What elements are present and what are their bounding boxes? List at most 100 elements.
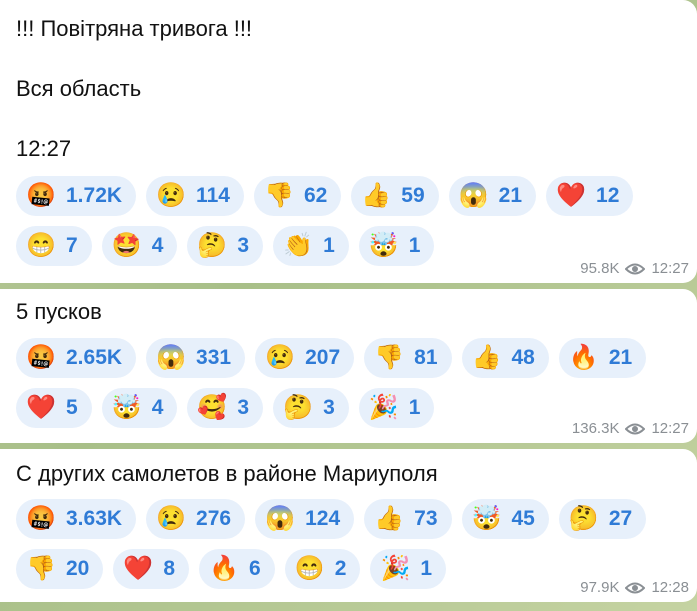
reaction-pill[interactable]: 👏 1 <box>273 226 349 266</box>
reaction-pill[interactable]: 👎 62 <box>253 176 342 216</box>
reaction-count: 62 <box>303 184 328 207</box>
red-heart-icon: ❤️ <box>556 182 586 209</box>
reaction-count: 276 <box>196 507 232 530</box>
message-text: !!! Повітряна тривога !!! Вся область 12… <box>16 16 253 161</box>
reaction-count: 207 <box>305 346 341 369</box>
reaction-count: 21 <box>498 184 523 207</box>
party-popper-icon: 🎉 <box>380 555 411 582</box>
thumbs-down-icon: 👎 <box>374 344 405 371</box>
message-time: 12:27 <box>651 260 689 277</box>
reaction-count: 3.63K <box>66 507 123 530</box>
reaction-count: 12 <box>596 184 620 207</box>
message-bubble[interactable]: С других самолетов в районе Мариуполя 🤬 3… <box>0 449 697 602</box>
reaction-count: 27 <box>608 507 633 530</box>
reaction-count: 3 <box>323 396 335 419</box>
reaction-pill[interactable]: 🤔 3 <box>273 388 349 428</box>
screaming-face-icon: 😱 <box>156 344 186 371</box>
reaction-count: 3 <box>237 396 250 419</box>
clapping-hands-icon: 👏 <box>283 232 313 259</box>
smiling-face-hearts-icon: 🥰 <box>197 394 228 421</box>
reaction-row: 🤬 3.63K 😢 276 😱 124 👍 73 🤯 45 🤔 27 <box>16 499 697 539</box>
message-bubble[interactable]: !!! Повітряна тривога !!! Вся область 12… <box>0 0 697 283</box>
reaction-pill[interactable]: 🤬 1.72K <box>16 176 137 216</box>
reaction-pill[interactable]: 🥰 3 <box>187 388 264 428</box>
reaction-pill[interactable]: 🤯 45 <box>461 499 549 539</box>
reaction-pill[interactable]: 😢 276 <box>146 499 246 539</box>
reaction-count: 1 <box>323 234 335 257</box>
thumbs-up-icon: 👍 <box>471 344 502 371</box>
reaction-pill[interactable]: 😱 21 <box>448 176 537 216</box>
reaction-pill[interactable]: 🤔 3 <box>187 226 264 266</box>
reaction-count: 73 <box>414 507 438 530</box>
reaction-pill[interactable]: 👎 20 <box>16 549 104 589</box>
view-count: 97.9K <box>580 579 620 596</box>
reaction-pill[interactable]: 😁 7 <box>16 226 92 266</box>
reaction-count: 2 <box>334 557 347 580</box>
reaction-pill[interactable]: 😁 2 <box>284 549 361 589</box>
reaction-count: 7 <box>66 234 78 257</box>
reaction-count: 5 <box>66 396 78 419</box>
reaction-count: 48 <box>511 346 535 369</box>
reaction-count: 20 <box>66 557 90 580</box>
reaction-pill[interactable]: 👍 59 <box>351 176 439 216</box>
reaction-count: 59 <box>401 184 425 207</box>
reaction-pill[interactable]: 😱 331 <box>146 338 246 378</box>
reaction-pill[interactable]: 👎 81 <box>364 338 452 378</box>
thinking-face-icon: 🤔 <box>568 505 599 532</box>
eye-icon <box>625 263 646 274</box>
reaction-pill[interactable]: 🤬 2.65K <box>16 338 137 378</box>
reaction-pill[interactable]: 🤔 27 <box>558 499 647 539</box>
reaction-pill[interactable]: 🎉 1 <box>358 388 435 428</box>
message-time: 12:27 <box>651 420 689 437</box>
message-meta: 136.3K 12:27 <box>572 420 689 437</box>
message-bubble[interactable]: 5 пусков 🤬 2.65K 😱 331 😢 207 👎 81 👍 48 🔥 21 ❤️ 5 🤯 4 🥰 3… <box>0 289 697 443</box>
reaction-count: 3 <box>237 234 250 257</box>
reaction-pill[interactable]: 😢 114 <box>146 176 244 216</box>
reaction-pill[interactable]: ❤️ 12 <box>546 176 634 216</box>
swearing-face-icon: 🤬 <box>26 182 56 209</box>
reaction-pill[interactable]: 👍 48 <box>461 338 549 378</box>
reaction-pill[interactable]: 🔥 6 <box>199 549 275 589</box>
reaction-row: 🤬 2.65K 😱 331 😢 207 👎 81 👍 48 🔥 21 <box>16 338 697 378</box>
view-count: 136.3K <box>571 420 620 437</box>
fire-icon: 🔥 <box>568 344 599 371</box>
reaction-pill[interactable]: 🤯 4 <box>101 388 178 428</box>
reaction-pill[interactable]: 😢 207 <box>255 338 355 378</box>
reaction-count: 81 <box>414 346 438 369</box>
reaction-count: 2.65K <box>66 346 123 369</box>
eye-icon <box>625 582 646 593</box>
reaction-pill[interactable]: 😱 124 <box>255 499 355 539</box>
grinning-face-icon: 😁 <box>294 555 325 582</box>
reaction-pill[interactable]: ❤️ 5 <box>16 388 92 428</box>
exploding-head-icon: 🤯 <box>471 505 502 532</box>
exploding-head-icon: 🤯 <box>368 232 399 259</box>
reaction-pill[interactable]: 🎉 1 <box>370 549 447 589</box>
swearing-face-icon: 🤬 <box>26 344 56 371</box>
view-count: 95.8K <box>580 260 620 277</box>
star-struck-icon: 🤩 <box>111 232 142 259</box>
message-meta: 95.8K 12:27 <box>580 260 689 277</box>
reaction-count: 6 <box>249 557 261 580</box>
reaction-count: 331 <box>196 346 232 369</box>
reaction-pill[interactable]: 🤯 1 <box>358 226 435 266</box>
reaction-count: 8 <box>163 557 176 580</box>
crying-face-icon: 😢 <box>265 344 296 371</box>
reaction-count: 1 <box>408 234 421 257</box>
reaction-pill[interactable]: 🤬 3.63K <box>16 499 137 539</box>
crying-face-icon: 😢 <box>156 505 186 532</box>
reaction-pill[interactable]: 👍 73 <box>364 499 452 539</box>
thinking-face-icon: 🤔 <box>283 394 313 421</box>
crying-face-icon: 😢 <box>156 182 186 209</box>
reaction-row: 🤬 1.72K 😢 114 👎 62 👍 59 😱 21 ❤️ 12 <box>16 176 697 216</box>
screaming-face-icon: 😱 <box>458 182 489 209</box>
reaction-count: 1 <box>408 396 421 419</box>
reaction-pill[interactable]: 🔥 21 <box>558 338 647 378</box>
reaction-count: 1.72K <box>66 184 123 207</box>
reaction-pill[interactable]: ❤️ 8 <box>113 549 190 589</box>
reaction-count: 4 <box>151 396 164 419</box>
swearing-face-icon: 🤬 <box>26 505 56 532</box>
reaction-count: 45 <box>511 507 535 530</box>
reaction-pill[interactable]: 🤩 4 <box>101 226 178 266</box>
message-time: 12:28 <box>651 579 689 596</box>
reaction-count: 124 <box>305 507 341 530</box>
